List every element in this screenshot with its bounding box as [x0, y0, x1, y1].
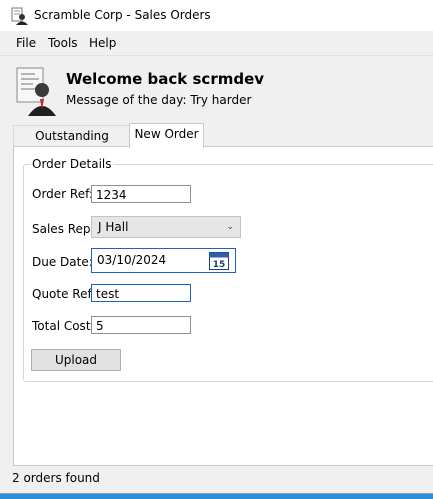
title-bar: Scramble Corp - Sales Orders	[0, 0, 433, 31]
welcome-text: Welcome back scrmdev	[66, 70, 265, 88]
group-title: Order Details	[30, 157, 114, 171]
main-window: Scramble Corp - Sales Orders File Tools …	[0, 0, 433, 494]
due-date-value: 03/10/2024	[97, 253, 167, 267]
due-date-label: Due Date:	[32, 255, 93, 269]
quote-ref-label: Quote Ref:	[32, 287, 96, 301]
sales-rep-select[interactable]: J Hall ⌄	[91, 216, 241, 238]
tab-outstanding-orders[interactable]: Outstanding Orders	[13, 125, 131, 163]
menu-bar: File Tools Help	[0, 31, 433, 56]
order-ref-input[interactable]: 1234	[91, 185, 191, 203]
sales-rep-label: Sales Rep:	[32, 222, 95, 236]
calendar-icon[interactable]: 15	[209, 251, 229, 270]
order-ref-label: Order Ref:	[32, 187, 93, 201]
welcome-header: Welcome back scrmdev Message of the day:…	[0, 56, 433, 120]
calendar-day-text: 15	[213, 260, 226, 270]
app-icon	[11, 7, 28, 25]
tab-new-order[interactable]: New Order	[129, 123, 204, 148]
status-text: 2 orders found	[12, 471, 100, 485]
total-cost-input[interactable]: 5	[91, 316, 191, 334]
menu-tools[interactable]: Tools	[48, 36, 78, 50]
total-cost-label: Total Cost:	[32, 319, 95, 333]
upload-button[interactable]: Upload	[31, 349, 121, 371]
quote-ref-input[interactable]: test	[91, 284, 191, 302]
chevron-down-icon: ⌄	[226, 222, 234, 232]
due-date-picker[interactable]: 03/10/2024 15	[91, 248, 236, 273]
new-order-panel: Order Details Order Ref: 1234 Sales Rep:…	[13, 146, 433, 466]
tab-strip: Outstanding Orders New Order	[0, 123, 433, 163]
user-avatar-icon	[16, 67, 56, 116]
order-details-group: Order Details Order Ref: 1234 Sales Rep:…	[23, 157, 433, 382]
menu-help[interactable]: Help	[89, 36, 116, 50]
window-title: Scramble Corp - Sales Orders	[34, 8, 211, 22]
sales-rep-value: J Hall	[98, 220, 129, 234]
message-of-the-day: Message of the day: Try harder	[66, 93, 252, 107]
menu-file[interactable]: File	[16, 36, 36, 50]
